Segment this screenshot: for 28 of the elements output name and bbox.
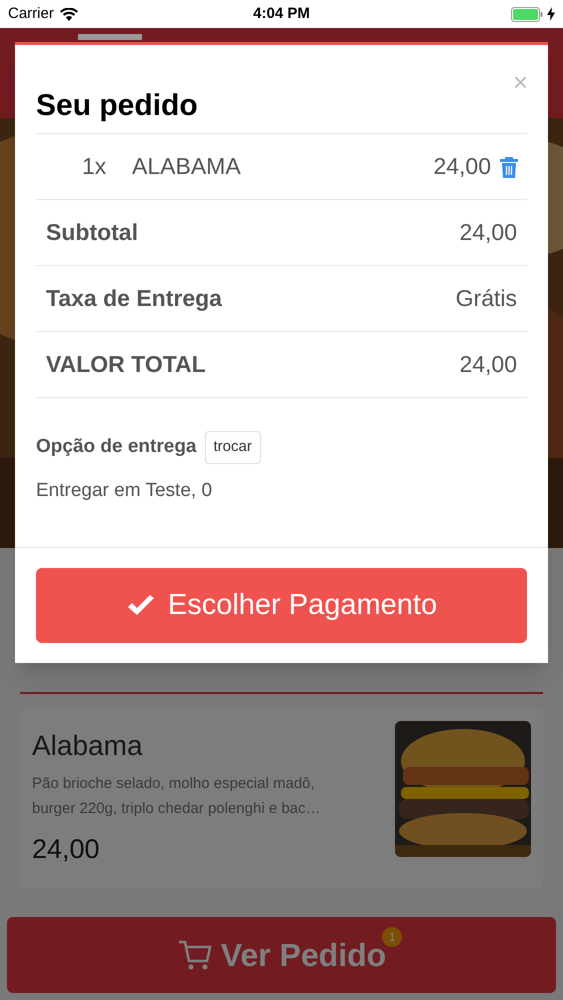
summary-label: Taxa de Entrega xyxy=(46,284,222,314)
summary-label: VALOR TOTAL xyxy=(46,350,206,380)
trash-icon[interactable] xyxy=(499,154,519,178)
delivery-label: Opção de entrega xyxy=(36,435,196,459)
check-icon xyxy=(126,594,156,618)
choose-payment-button[interactable]: Escolher Pagamento xyxy=(36,568,527,643)
product-card[interactable]: Alabama Pão brioche selado, molho especial madô, burger 220g, triplo chedar polenghi e bac… 24,00 xyxy=(20,709,543,889)
modal-title: Seu pedido xyxy=(36,88,198,124)
summary-value: 24,00 xyxy=(459,350,517,380)
delivery-address: Entregar em Teste, 0 xyxy=(36,479,212,503)
close-button[interactable]: × xyxy=(512,69,528,95)
summary-value: 24,00 xyxy=(459,218,517,248)
item-price: 24,00 xyxy=(433,152,491,182)
battery-icon xyxy=(511,6,543,22)
item-name: ALABAMA xyxy=(132,152,242,182)
change-button[interactable]: trocar xyxy=(204,431,261,464)
item-quantity: 1x xyxy=(82,152,108,182)
product-name: Alabama xyxy=(32,729,144,763)
tab-indicator xyxy=(78,34,142,40)
charging-icon xyxy=(547,7,555,21)
status-time: 4:04 PM xyxy=(253,4,310,24)
summary-label: Subtotal xyxy=(46,218,138,248)
count-badge: 1 xyxy=(382,927,402,947)
summary-value: Grátis xyxy=(456,284,517,314)
carrier-name: Carrier xyxy=(8,4,54,24)
product-description: Pão brioche selado, molho especial madô, burger 220g, triplo chedar polenghi e bac… xyxy=(32,774,322,819)
wifi-icon xyxy=(60,8,78,20)
product-price: 24,00 xyxy=(32,833,101,866)
